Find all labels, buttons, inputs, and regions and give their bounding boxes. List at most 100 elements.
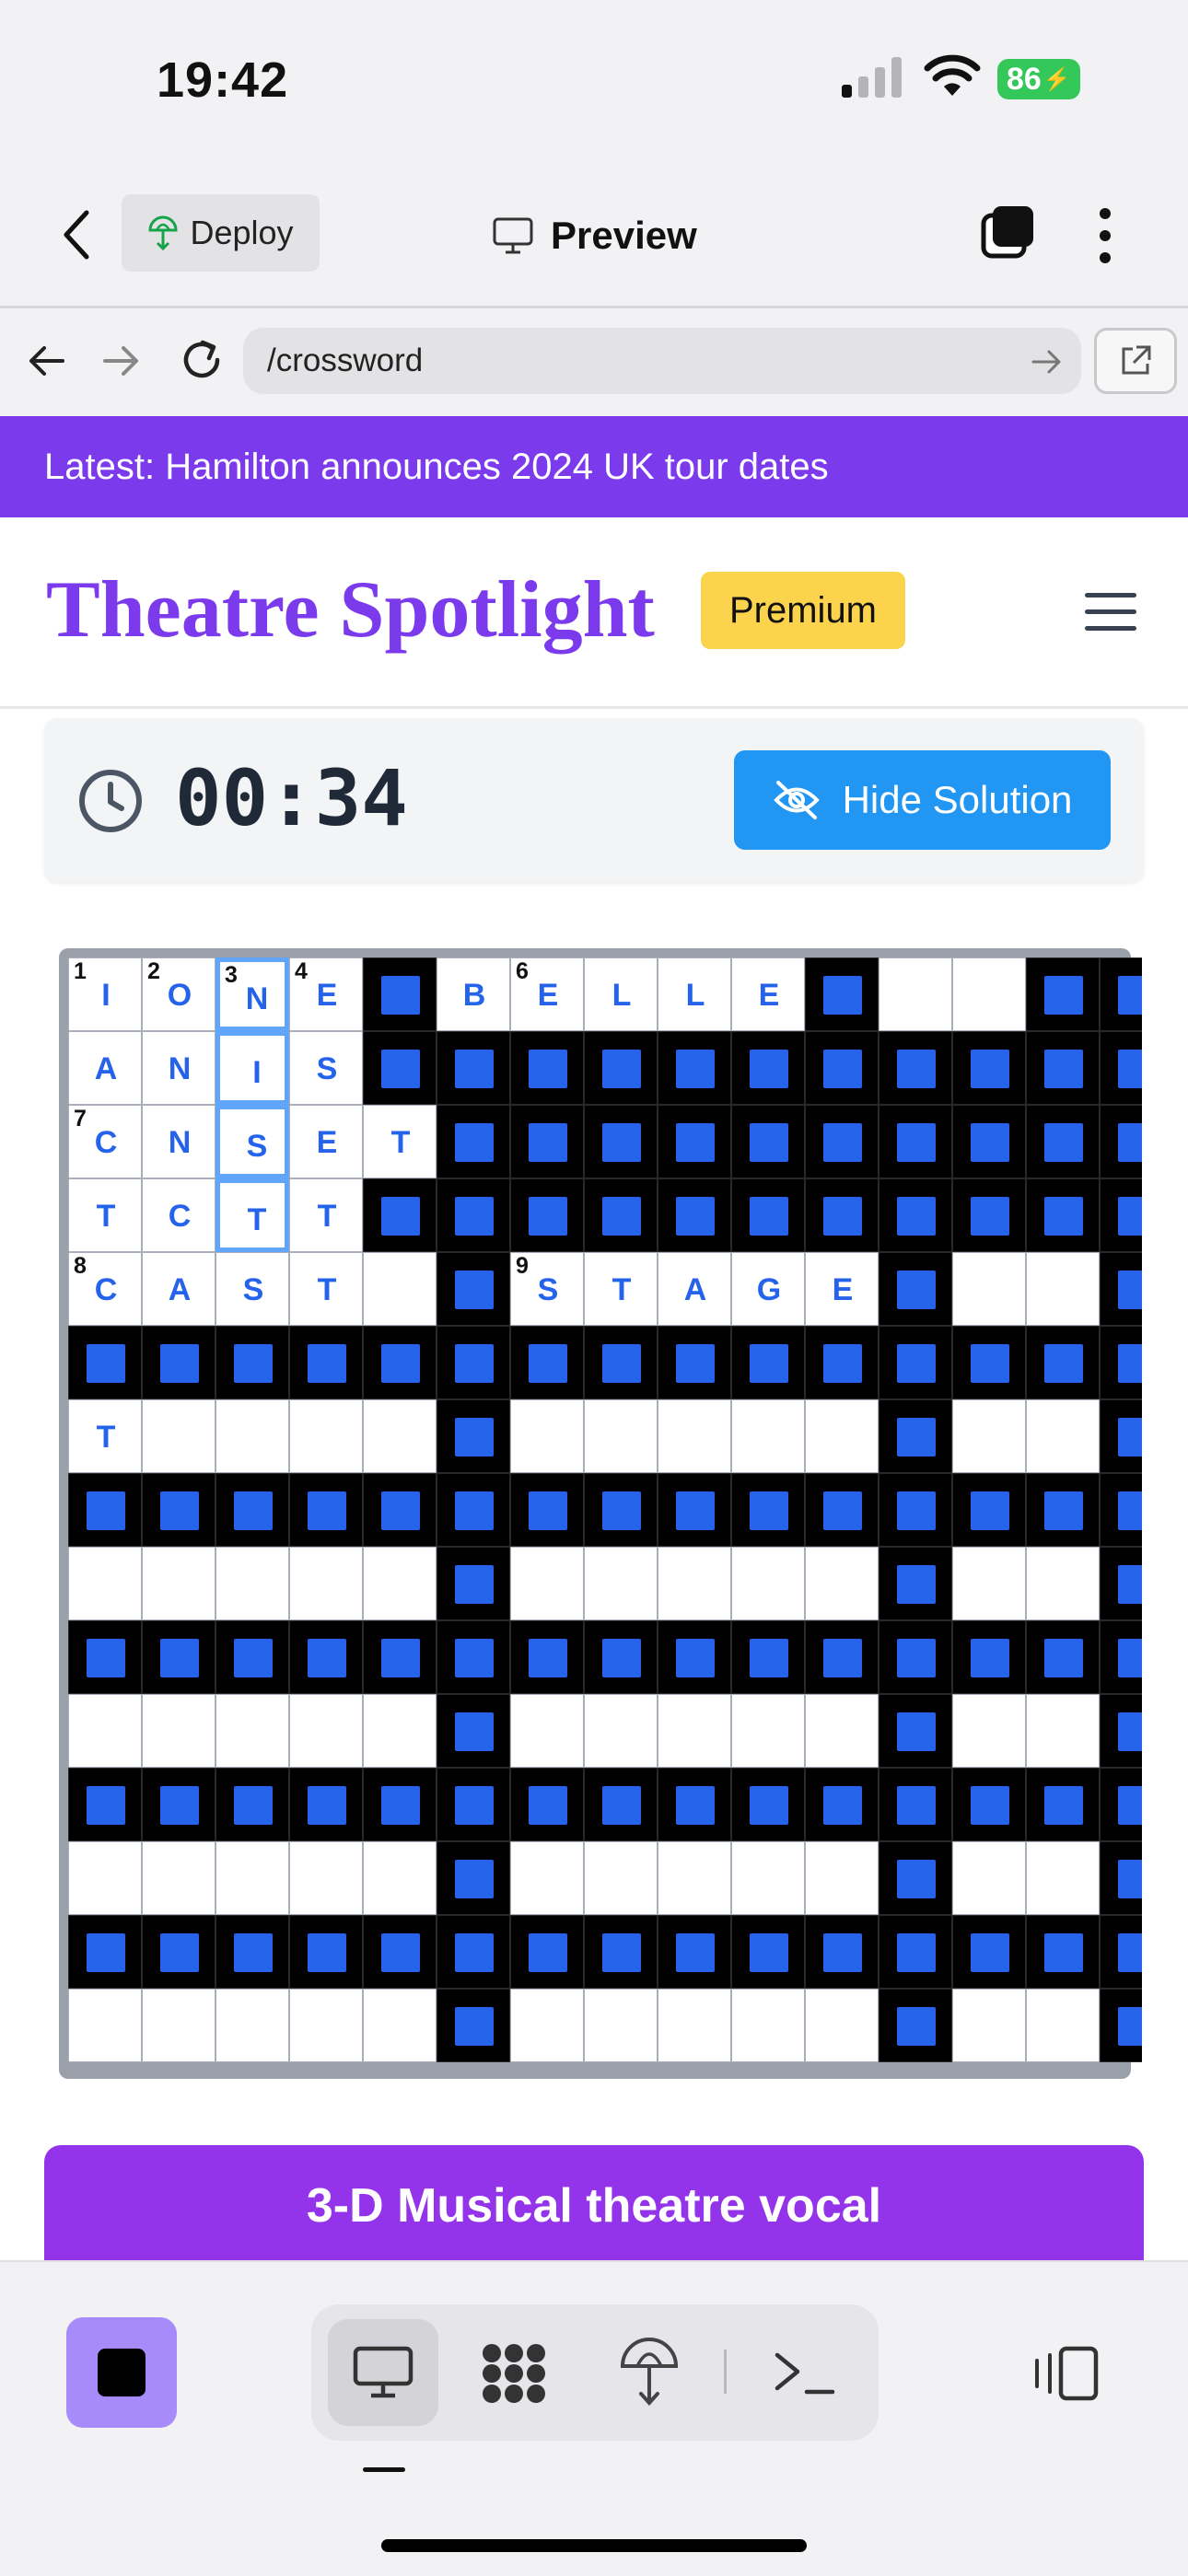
crossword-cell[interactable] [1026,1547,1100,1620]
url-input[interactable]: /crossword [243,328,1081,394]
crossword-cell[interactable] [510,1841,584,1915]
stop-button[interactable] [66,2317,177,2428]
crossword-cell[interactable] [658,1399,731,1473]
crossword-cell[interactable] [142,1841,215,1915]
crossword-cell[interactable] [68,1989,142,2062]
hamburger-menu-icon[interactable] [1085,591,1136,633]
crossword-cell[interactable]: S [215,1105,289,1178]
crossword-cell[interactable] [584,1399,658,1473]
crossword-cell[interactable] [658,1841,731,1915]
crossword-cell[interactable] [215,1989,289,2062]
crossword-cell[interactable] [289,1989,363,2062]
crossword-cell[interactable] [952,1989,1026,2062]
more-options-icon[interactable] [1091,206,1119,265]
crossword-cell[interactable]: N [142,1105,215,1178]
reload-icon[interactable] [179,337,225,383]
terminal-icon[interactable] [772,2348,836,2397]
crossword-cell[interactable] [289,1547,363,1620]
crossword-cell[interactable] [584,1547,658,1620]
crossword-cell[interactable] [658,1547,731,1620]
crossword-cell[interactable] [731,1694,805,1768]
preview-tab[interactable]: Preview [492,210,697,261]
crossword-cell[interactable]: T [584,1252,658,1326]
crossword-cell[interactable] [1026,1399,1100,1473]
crossword-cell[interactable]: T [289,1178,363,1252]
go-arrow-icon[interactable] [1030,344,1065,379]
crossword-cell[interactable] [363,1399,437,1473]
crossword-cell[interactable] [731,1989,805,2062]
crossword-cell[interactable] [1026,1252,1100,1326]
crossword-cell[interactable]: A [658,1252,731,1326]
crossword-cell[interactable]: 6E [510,957,584,1031]
crossword-cell[interactable]: N [142,1031,215,1105]
crossword-cell[interactable] [584,1989,658,2062]
crossword-cell[interactable] [1026,1694,1100,1768]
crossword-cell[interactable] [805,1841,879,1915]
crossword-cell[interactable] [952,1399,1026,1473]
crossword-cell[interactable]: T [215,1178,289,1252]
crossword-cell[interactable] [805,1547,879,1620]
crossword-cell[interactable] [363,1252,437,1326]
home-indicator[interactable] [381,2539,807,2552]
crossword-cell[interactable]: T [363,1105,437,1178]
crossword-cell[interactable]: E [731,957,805,1031]
crossword-cell[interactable]: 3N [215,957,289,1031]
crossword-cell[interactable] [731,1547,805,1620]
crossword-cell[interactable] [363,1989,437,2062]
crossword-cell[interactable] [805,1694,879,1768]
crossword-cell[interactable] [215,1841,289,1915]
crossword-cell[interactable] [658,1989,731,2062]
crossword-cell[interactable] [952,957,1026,1031]
crossword-cell[interactable] [142,1399,215,1473]
crossword-cell[interactable]: T [289,1252,363,1326]
components-icon[interactable] [479,2342,549,2405]
crossword-cell[interactable]: L [658,957,731,1031]
crossword-cell[interactable] [289,1841,363,1915]
crossword-cell[interactable] [68,1547,142,1620]
crossword-cell[interactable]: A [68,1031,142,1105]
hide-solution-button[interactable]: Hide Solution [734,750,1111,850]
crossword-cell[interactable] [805,1399,879,1473]
crossword-cell[interactable]: L [584,957,658,1031]
crossword-cell[interactable] [289,1399,363,1473]
premium-badge[interactable]: Premium [701,572,905,649]
deploy-mode-icon[interactable] [619,2337,680,2407]
crossword-cell[interactable]: 9S [510,1252,584,1326]
layout-toggle-icon[interactable] [1031,2346,1100,2401]
crossword-cell[interactable] [1026,1989,1100,2062]
crossword-cell[interactable] [879,957,952,1031]
crossword-cell[interactable]: 7C [68,1105,142,1178]
crossword-cell[interactable]: I [215,1031,289,1105]
crossword-cell[interactable] [510,1989,584,2062]
nav-forward-icon[interactable] [101,341,142,381]
crossword-cell[interactable]: 4E [289,957,363,1031]
crossword-cell[interactable] [289,1694,363,1768]
crossword-cell[interactable] [215,1694,289,1768]
crossword-cell[interactable] [363,1547,437,1620]
crossword-cell[interactable]: S [289,1031,363,1105]
mode-preview-button[interactable] [328,2319,438,2426]
crossword-cell[interactable] [510,1547,584,1620]
nav-back-icon[interactable] [26,341,66,381]
crossword-cell[interactable] [952,1547,1026,1620]
site-logo[interactable]: Theatre Spotlight [46,563,655,656]
crossword-cell[interactable]: C [142,1178,215,1252]
crossword-cell[interactable] [584,1694,658,1768]
crossword-cell[interactable] [952,1694,1026,1768]
crossword-cell[interactable] [658,1694,731,1768]
crossword-cell[interactable] [952,1252,1026,1326]
crossword-cell[interactable] [142,1989,215,2062]
crossword-cell[interactable]: A [142,1252,215,1326]
crossword-cell[interactable] [731,1399,805,1473]
crossword-cell[interactable]: B [437,957,510,1031]
crossword-cell[interactable] [68,1694,142,1768]
crossword-cell[interactable] [731,1841,805,1915]
crossword-cell[interactable]: E [805,1252,879,1326]
crossword-cell[interactable] [363,1694,437,1768]
clue-banner[interactable]: 3-D Musical theatre vocal [44,2145,1144,2265]
crossword-cell[interactable] [584,1841,658,1915]
crossword-cell[interactable] [1026,1841,1100,1915]
crossword-cell[interactable]: 1I [68,957,142,1031]
crossword-cell[interactable] [363,1841,437,1915]
crossword-cell[interactable] [215,1399,289,1473]
